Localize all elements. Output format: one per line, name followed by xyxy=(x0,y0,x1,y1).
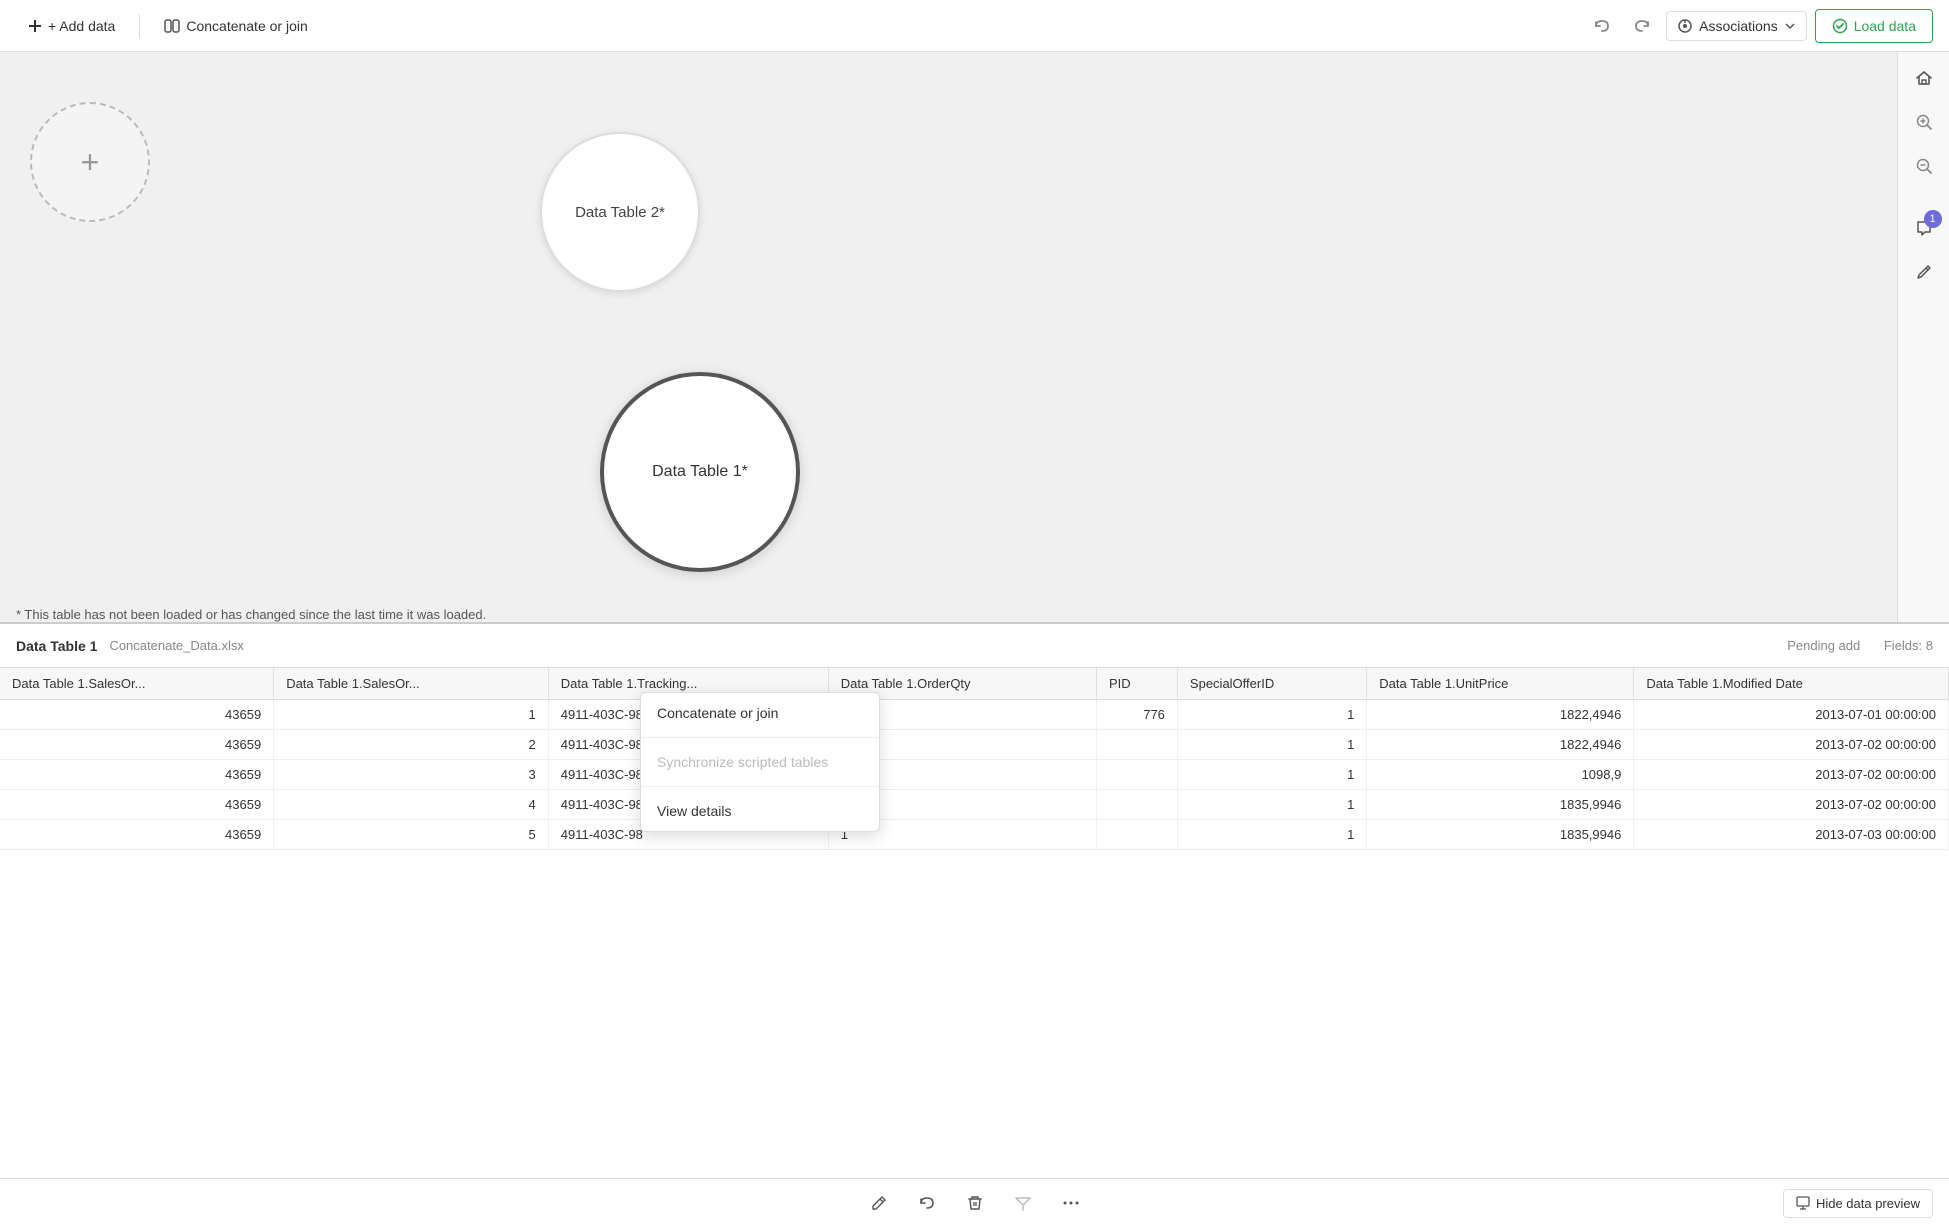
cell-4-7: 2013-07-03 00:00:00 xyxy=(1634,820,1949,850)
cell-1-7: 2013-07-02 00:00:00 xyxy=(1634,730,1949,760)
hide-preview-button[interactable]: Hide data preview xyxy=(1783,1189,1933,1218)
cell-3-1: 4 xyxy=(274,790,549,820)
cell-3-5: 1 xyxy=(1177,790,1366,820)
monitor-icon xyxy=(1796,1196,1810,1210)
cell-4-1: 5 xyxy=(274,820,549,850)
col-header-7: Data Table 1.UnitPrice xyxy=(1367,668,1634,700)
table-row: 4365934911-403C-98111098,92013-07-02 00:… xyxy=(0,760,1949,790)
context-menu-concatenate[interactable]: Concatenate or join xyxy=(641,693,879,733)
cell-2-5: 1 xyxy=(1177,760,1366,790)
preview-meta: Pending add Fields: 8 xyxy=(1787,638,1933,653)
cell-1-6: 1822,4946 xyxy=(1367,730,1634,760)
col-header-1: Data Table 1.SalesOr... xyxy=(0,668,274,700)
annotation-badge: 1 xyxy=(1924,210,1942,228)
context-menu-separator-2 xyxy=(641,786,879,787)
hide-preview-label: Hide data preview xyxy=(1816,1196,1920,1211)
concatenate-join-button[interactable]: Concatenate or join xyxy=(152,12,319,40)
cell-4-6: 1835,9946 xyxy=(1367,820,1634,850)
toolbar-separator xyxy=(139,14,140,38)
data-table-1-node[interactable]: Data Table 1* xyxy=(600,372,800,572)
table-header-row: Data Table 1.SalesOr... Data Table 1.Sal… xyxy=(0,668,1949,700)
undo-button[interactable] xyxy=(1586,10,1618,42)
chevron-down-icon xyxy=(1784,20,1796,32)
right-tools-panel: 1 xyxy=(1897,52,1949,622)
cell-2-4 xyxy=(1097,760,1178,790)
load-data-button[interactable]: Load data xyxy=(1815,9,1933,43)
table-row: 4365914911-403C-98177611822,49462013-07-… xyxy=(0,700,1949,730)
data-preview-panel: Data Table 1 Concatenate_Data.xlsx Pendi… xyxy=(0,622,1949,1227)
data-table: Data Table 1.SalesOr... Data Table 1.Sal… xyxy=(0,668,1949,850)
preview-table-title: Data Table 1 xyxy=(16,638,97,654)
cell-0-6: 1822,4946 xyxy=(1367,700,1634,730)
home-button[interactable] xyxy=(1906,60,1942,96)
cell-3-7: 2013-07-02 00:00:00 xyxy=(1634,790,1949,820)
cell-2-1: 3 xyxy=(274,760,549,790)
toolbar-right: Associations Load data xyxy=(1586,9,1933,43)
edit-button[interactable] xyxy=(863,1187,895,1219)
context-menu: Concatenate or join Synchronize scripted… xyxy=(640,692,880,832)
context-menu-synchronize: Synchronize scripted tables xyxy=(641,742,879,782)
cell-0-0: 43659 xyxy=(0,700,274,730)
add-data-circle[interactable]: + xyxy=(30,102,150,222)
cell-3-6: 1835,9946 xyxy=(1367,790,1634,820)
col-header-6: SpecialOfferID xyxy=(1177,668,1366,700)
table-row: 4365954911-403C-98111835,99462013-07-03 … xyxy=(0,820,1949,850)
cell-0-1: 1 xyxy=(274,700,549,730)
context-menu-separator xyxy=(641,737,879,738)
context-menu-view-details[interactable]: View details xyxy=(641,791,879,831)
cell-3-4 xyxy=(1097,790,1178,820)
cell-4-4 xyxy=(1097,820,1178,850)
fields-label: Fields: 8 xyxy=(1884,638,1933,653)
cell-0-7: 2013-07-01 00:00:00 xyxy=(1634,700,1949,730)
cell-2-0: 43659 xyxy=(0,760,274,790)
data-table-wrapper[interactable]: Data Table 1.SalesOr... Data Table 1.Sal… xyxy=(0,668,1949,1178)
pending-label: Pending add xyxy=(1787,638,1860,653)
data-table-2-node[interactable]: Data Table 2* xyxy=(540,132,700,292)
cell-4-0: 43659 xyxy=(0,820,274,850)
cell-1-5: 1 xyxy=(1177,730,1366,760)
zoom-out-button[interactable] xyxy=(1906,148,1942,184)
col-header-8: Data Table 1.Modified Date xyxy=(1634,668,1949,700)
more-options-button[interactable] xyxy=(1055,1187,1087,1219)
cell-0-5: 1 xyxy=(1177,700,1366,730)
redo-button[interactable] xyxy=(1626,10,1658,42)
add-data-button[interactable]: + Add data xyxy=(16,12,127,40)
warning-text: * This table has not been loaded or has … xyxy=(16,607,486,622)
filter-button[interactable] xyxy=(1007,1187,1039,1219)
bottom-toolbar: Hide data preview xyxy=(0,1178,1949,1227)
annotations-button[interactable]: 1 xyxy=(1906,210,1942,246)
cell-4-5: 1 xyxy=(1177,820,1366,850)
table-row: 4365924911-403C-98311822,49462013-07-02 … xyxy=(0,730,1949,760)
cell-1-4 xyxy=(1097,730,1178,760)
canvas-area: + Data Table 2* Data Table 1* * This tab… xyxy=(0,52,1949,622)
table-row: 4365944911-403C-98111835,99462013-07-02 … xyxy=(0,790,1949,820)
associations-button[interactable]: Associations xyxy=(1666,11,1807,41)
delete-button[interactable] xyxy=(959,1187,991,1219)
pen-button[interactable] xyxy=(1906,254,1942,290)
col-header-5: PID xyxy=(1097,668,1178,700)
zoom-in-button[interactable] xyxy=(1906,104,1942,140)
cell-0-4: 776 xyxy=(1097,700,1178,730)
cell-2-6: 1098,9 xyxy=(1367,760,1634,790)
cell-2-7: 2013-07-02 00:00:00 xyxy=(1634,760,1949,790)
cell-1-1: 2 xyxy=(274,730,549,760)
data-preview-header: Data Table 1 Concatenate_Data.xlsx Pendi… xyxy=(0,624,1949,668)
preview-file-name: Concatenate_Data.xlsx xyxy=(109,638,243,653)
top-toolbar: + Add data Concatenate or join xyxy=(0,0,1949,52)
refresh-button[interactable] xyxy=(911,1187,943,1219)
col-header-2: Data Table 1.SalesOr... xyxy=(274,668,549,700)
cell-1-0: 43659 xyxy=(0,730,274,760)
cell-3-0: 43659 xyxy=(0,790,274,820)
